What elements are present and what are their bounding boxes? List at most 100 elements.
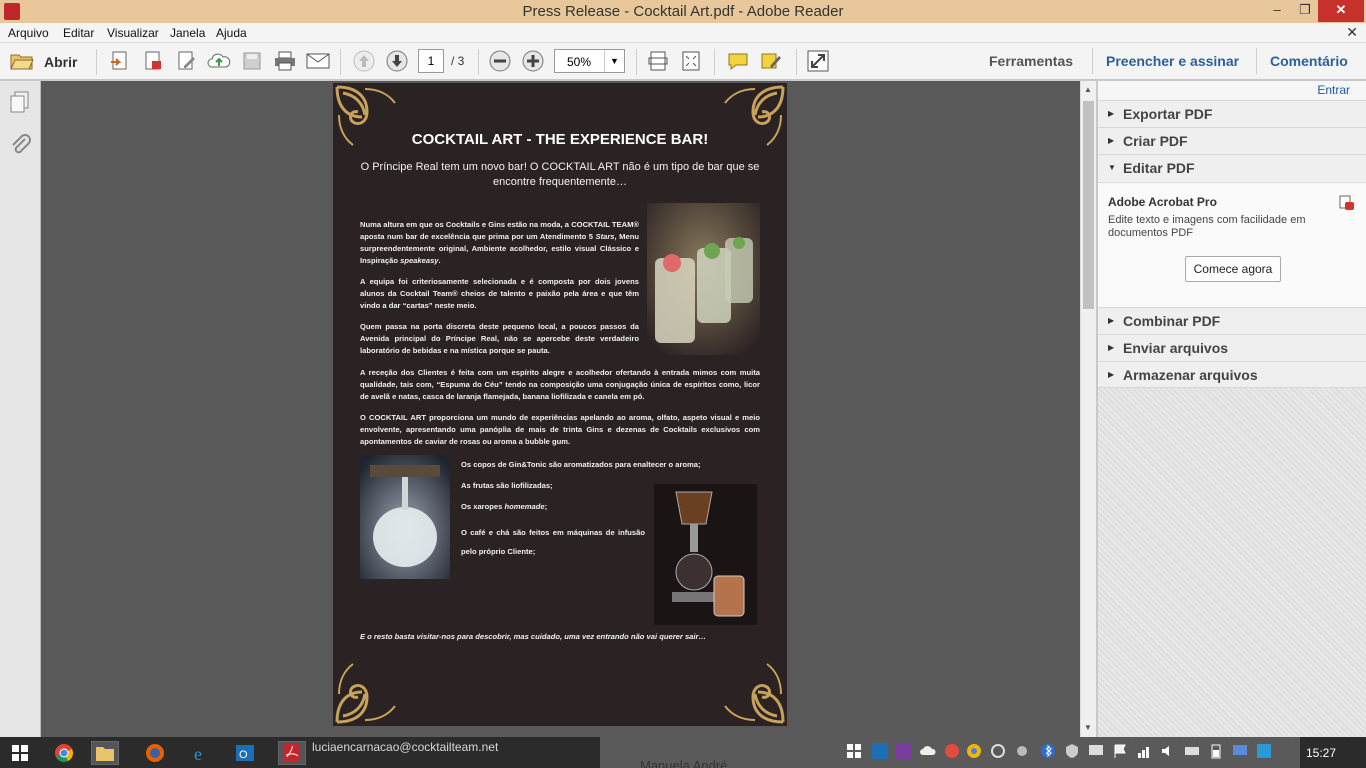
section-label: Enviar arquivos [1123, 340, 1229, 356]
sign-in-link[interactable]: Entrar [1317, 83, 1350, 97]
ornament-corner [724, 663, 785, 724]
toolbar-divider [796, 49, 797, 75]
edit-pdf-icon[interactable] [174, 50, 198, 72]
pdf-bullet: As frutas são liofilizadas; [461, 481, 553, 490]
menu-visualizar[interactable]: Visualizar [107, 26, 159, 40]
attachments-icon[interactable] [9, 133, 31, 160]
ferramentas-link[interactable]: Ferramentas [989, 53, 1073, 69]
next-page-icon[interactable] [385, 50, 409, 72]
internet-explorer-icon[interactable]: e [187, 741, 215, 765]
fit-page-icon[interactable] [679, 50, 703, 72]
previous-page-icon[interactable] [352, 50, 376, 72]
open-folder-icon[interactable] [10, 50, 34, 72]
window-title: Press Release - Cocktail Art.pdf - Adobe… [522, 3, 844, 20]
toolbar-divider [714, 49, 715, 75]
onenote-tray-icon[interactable] [896, 743, 912, 759]
pdf-closing-line: E o resto basta visitar-nos para descobr… [360, 632, 707, 641]
security-tray-icon[interactable] [1064, 743, 1080, 759]
export-pdf-icon[interactable] [141, 50, 165, 72]
open-button[interactable]: Abrir [44, 54, 77, 70]
display-tray-icon[interactable] [1088, 743, 1104, 759]
keyboard-tray-icon[interactable] [1184, 743, 1200, 759]
comment-icon[interactable] [726, 50, 750, 72]
menu-bar: Arquivo Editar Visualizar Janela Ajuda ✕ [0, 23, 1366, 43]
fullscreen-icon[interactable] [806, 50, 830, 72]
section-editar-pdf[interactable]: ▼ Editar PDF [1098, 154, 1366, 181]
page-number-input[interactable]: 1 [418, 49, 444, 73]
zoom-value: 50% [567, 55, 592, 69]
vertical-scrollbar[interactable]: ▲ ▼ [1080, 81, 1096, 737]
flag-tray-icon[interactable] [1112, 743, 1128, 759]
ornament-corner [335, 663, 396, 724]
print-icon[interactable] [273, 50, 297, 72]
menu-janela[interactable]: Janela [170, 26, 205, 40]
close-document-button[interactable]: ✕ [1346, 24, 1358, 41]
outlook-tray-icon[interactable] [872, 743, 888, 759]
file-explorer-icon[interactable] [91, 741, 119, 765]
create-pdf-icon[interactable] [108, 50, 132, 72]
language-tray-icon[interactable] [1256, 743, 1272, 759]
sync-tray-icon[interactable] [990, 743, 1006, 759]
preencher-assinar-link[interactable]: Preencher e assinar [1106, 53, 1239, 69]
maximize-button[interactable]: ❐ [1290, 0, 1320, 22]
outlook-icon[interactable]: O [231, 741, 259, 765]
menu-editar[interactable]: Editar [63, 26, 94, 40]
zoom-out-icon[interactable] [488, 50, 512, 72]
section-criar-pdf[interactable]: ▶ Criar PDF [1098, 127, 1366, 154]
settings-tray-icon[interactable] [1014, 743, 1030, 759]
email-icon[interactable] [306, 50, 330, 72]
section-label: Combinar PDF [1123, 313, 1221, 329]
pdf-subheading: O Príncipe Real tem um novo bar! O COCKT… [360, 161, 760, 188]
pdf-paragraph: A receção dos Clientes é feita com um es… [360, 368, 760, 401]
chrome-tray-icon[interactable] [966, 743, 982, 759]
bluetooth-icon[interactable] [1040, 743, 1056, 759]
acrobat-title: Adobe Acrobat Pro [1108, 195, 1217, 209]
cloud-tray-icon[interactable] [920, 743, 936, 759]
adobe-reader-taskbar-icon[interactable] [278, 741, 306, 765]
firefox-icon[interactable] [141, 741, 169, 765]
highlight-icon[interactable] [759, 50, 783, 72]
expand-arrow-icon: ▶ [1108, 109, 1115, 118]
pdf-paragraph: A equipa foi criteriosamente selecionada… [360, 277, 639, 310]
pdf-bullet: Os xaropes homemade; [461, 502, 548, 511]
scroll-down-icon[interactable]: ▼ [1084, 723, 1092, 732]
menu-ajuda[interactable]: Ajuda [216, 26, 247, 40]
fit-width-icon[interactable] [646, 50, 670, 72]
section-combinar-pdf[interactable]: ▶ Combinar PDF [1098, 307, 1366, 334]
taskbar-clock: 15:27 [1306, 746, 1337, 760]
app-tray-icon[interactable] [944, 743, 960, 759]
pdf-paragraph: Quem passa na porta discreta deste peque… [360, 322, 639, 355]
zoom-select[interactable]: 50% ▼ [554, 49, 625, 73]
acrobat-promo: Adobe Acrobat Pro Edite texto e imagens … [1098, 182, 1366, 307]
minimize-button[interactable]: – [1262, 0, 1292, 22]
chevron-down-icon[interactable]: ▼ [604, 50, 624, 72]
start-now-button[interactable]: Comece agora [1185, 256, 1281, 282]
coffee-siphon-photo [654, 484, 757, 625]
section-label: Editar PDF [1123, 160, 1195, 176]
page-thumbnails-icon[interactable] [9, 91, 31, 116]
menu-arquivo[interactable]: Arquivo [8, 26, 49, 40]
tools-sections-bottom: ▶ Combinar PDF ▶ Enviar arquivos ▶ Armaz… [1098, 307, 1366, 388]
cocktail-glasses-photo [647, 203, 760, 355]
acrobat-icon [1339, 195, 1354, 210]
expand-arrow-icon: ▶ [1108, 136, 1115, 145]
section-exportar-pdf[interactable]: ▶ Exportar PDF [1098, 100, 1366, 127]
start-menu-tray-icon[interactable] [846, 743, 862, 759]
section-armazenar-arquivos[interactable]: ▶ Armazenar arquivos [1098, 361, 1366, 388]
battery-tray-icon[interactable] [1208, 743, 1224, 759]
chrome-icon[interactable] [50, 741, 78, 765]
close-button[interactable]: ✕ [1318, 0, 1364, 22]
scroll-up-icon[interactable]: ▲ [1084, 85, 1092, 94]
scrollbar-thumb[interactable] [1083, 101, 1094, 309]
toolbar-divider [636, 49, 637, 75]
windows-start-icon[interactable] [6, 741, 34, 765]
monitor-tray-icon[interactable] [1232, 743, 1248, 759]
volume-tray-icon[interactable] [1160, 743, 1176, 759]
comentario-link[interactable]: Comentário [1270, 53, 1348, 69]
zoom-in-icon[interactable] [521, 50, 545, 72]
section-enviar-arquivos[interactable]: ▶ Enviar arquivos [1098, 334, 1366, 361]
save-icon[interactable] [240, 50, 264, 72]
network-tray-icon[interactable] [1136, 743, 1152, 759]
upload-cloud-icon[interactable] [207, 50, 231, 72]
toolbar-divider [96, 49, 97, 75]
